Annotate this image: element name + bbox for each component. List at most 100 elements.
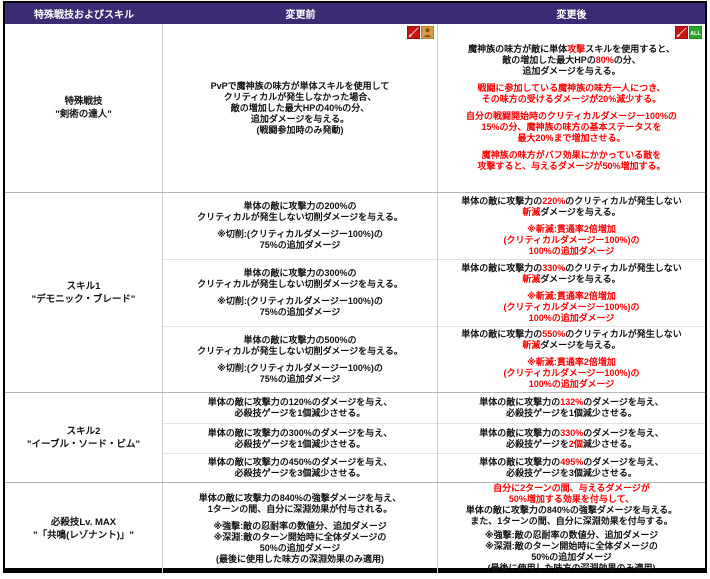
plain-text: ※切削:(クリティカルダメージー100%)の bbox=[217, 296, 383, 306]
text-line: 単体の敵に攻撃力の300%の bbox=[243, 268, 356, 279]
table-row-ultimate: 必殺技Lv. MAX"「共鳴(レゾナント)」"単体の敵に攻撃力の840%の強撃ダ… bbox=[5, 482, 705, 574]
plain-text: スキルを使用すると、 bbox=[585, 44, 675, 54]
before-cell-skill2-2: 単体の敵に攻撃力の450%のダメージを与え、必殺技ゲージを3個減少させる。 bbox=[163, 453, 437, 482]
text-line: ※斬滅:貫通率2倍増加 bbox=[527, 357, 616, 368]
text-line: 単体の敵に攻撃力の550%のクリティカルが発生しない bbox=[461, 329, 682, 340]
text-line: ※強撃:敵の忍耐率の数値分、追加ダメージ bbox=[485, 530, 658, 541]
plain-text: ダメージを与える。 bbox=[540, 274, 620, 284]
skill-title-line: "剣術の達人" bbox=[55, 108, 112, 121]
highlighted-text: 100%の追加ダメージ bbox=[529, 313, 615, 323]
plain-text: 単体の敵に攻撃力の500%の bbox=[243, 335, 356, 345]
text-line: 敵の増加した最大HPの80%の分、 bbox=[502, 55, 641, 66]
skill-title-special-art: 特殊戦技"剣術の達人" bbox=[5, 24, 163, 192]
before-cell-ultimate-0: 単体の敵に攻撃力の840%の強撃ダメージを与え、1ターンの間、自分に深淵効果が付… bbox=[163, 483, 437, 574]
plain-text: のクリティカルが発生しない bbox=[565, 196, 681, 206]
highlighted-text: 斬滅 bbox=[522, 340, 540, 350]
sword-icon bbox=[675, 26, 688, 39]
highlighted-text: ※斬滅:貫通率2倍増加 bbox=[527, 357, 616, 367]
text-line: 必殺技ゲージを1個減少させる。 bbox=[235, 439, 366, 450]
text-line: ※切削:(クリティカルダメージー100%)の bbox=[217, 296, 383, 307]
skill-title-skill2: スキル2"イーブル・ソード・ビム" bbox=[5, 393, 163, 482]
plain-text: ※強撃:敵の忍耐率の数値分、追加ダメージ bbox=[213, 521, 386, 531]
text-line: 単体の敵に攻撃力の500%の bbox=[243, 335, 356, 346]
skill-title-line: "イーブル・ソード・ビム" bbox=[27, 438, 140, 451]
highlighted-text: 50%増加する効果を付与して、 bbox=[509, 494, 634, 504]
text-line: クリティカルが発生しなかった場合、 bbox=[224, 92, 376, 103]
text-line: 単体の敵に攻撃力の200%の bbox=[243, 201, 356, 212]
plain-text: 単体の敵に攻撃力の300%のダメージを与え、 bbox=[208, 428, 393, 438]
before-cell-skill2-1: 単体の敵に攻撃力の300%のダメージを与え、必殺技ゲージを1個減少させる。 bbox=[163, 423, 437, 453]
highlighted-text: 330% bbox=[560, 428, 583, 438]
plain-text: 1ターンの間、自分に深淵効果が付与される。 bbox=[208, 504, 393, 514]
cell-icons: ALL bbox=[675, 26, 702, 39]
plain-text: 減少させる。 bbox=[583, 439, 637, 449]
plain-text: PvPで魔神族の味方が単体スキルを使用して bbox=[211, 81, 390, 91]
text-line: 単体の敵に攻撃力の330%のクリティカルが発生しない bbox=[461, 263, 682, 274]
character-icon bbox=[421, 26, 434, 39]
plain-text: の分、 bbox=[614, 55, 641, 65]
highlighted-text: 220% bbox=[542, 196, 565, 206]
table-row-skill2: スキル2"イーブル・ソード・ビム"単体の敵に攻撃力の120%のダメージを与え、必… bbox=[5, 392, 705, 482]
text-line: (最後に使用した味方の深淵効果のみ適用) bbox=[488, 563, 656, 574]
highlighted-text: 15%の分、魔神族の味方の基本ステータスを bbox=[481, 122, 661, 132]
after-column-skill1: 単体の敵に攻撃力の220%のクリティカルが発生しない斬滅ダメージを与える。※斬滅… bbox=[438, 193, 705, 392]
after-cell-ultimate-0: 自分に2ターンの間、与えるダメージが50%増加する効果を付与して、単体の敵に攻撃… bbox=[438, 483, 705, 574]
text-line: 単体の敵に攻撃力の132%のダメージを与え、 bbox=[479, 397, 664, 408]
text-line: 単体の敵に攻撃力の495%のダメージを与え、 bbox=[479, 457, 664, 468]
text-line: 追加ダメージを与える。 bbox=[251, 114, 349, 125]
plain-text: クリティカルが発生しない切削ダメージを与える。 bbox=[197, 346, 403, 356]
plain-text: クリティカルが発生しない切削ダメージを与える。 bbox=[197, 212, 403, 222]
skill-title-line: 特殊戦技 bbox=[64, 95, 102, 108]
text-line: 75%の追加ダメージ bbox=[260, 374, 341, 385]
plain-text: 単体の敵に攻撃力の200%の bbox=[243, 201, 356, 211]
text-line: 魔神族の味方が敵に単体攻撃スキルを使用すると、 bbox=[468, 44, 675, 55]
text-line: 斬滅ダメージを与える。 bbox=[522, 207, 620, 218]
plain-text: 単体の敵に攻撃力の bbox=[461, 196, 542, 206]
table-body: 特殊戦技"剣術の達人"PvPで魔神族の味方が単体スキルを使用してクリティカルが発… bbox=[5, 24, 705, 574]
plain-text: 単体の敵に攻撃力の840%の強撃ダメージを与える。 bbox=[466, 505, 677, 515]
text-line: 斬滅ダメージを与える。 bbox=[522, 340, 620, 351]
highlighted-text: 自分の戦闘開始時のクリティカルダメージー100%の bbox=[466, 111, 677, 121]
plain-text: のクリティカルが発生しない bbox=[565, 263, 681, 273]
highlighted-text: 100%の追加ダメージ bbox=[529, 379, 615, 389]
plain-text: また、1ターンの間、自分に深淵効果を付与する。 bbox=[470, 516, 673, 526]
plain-text: 敵の増加した最大HPの40%の分、 bbox=[231, 103, 370, 113]
skill-title-ultimate: 必殺技Lv. MAX"「共鳴(レゾナント)」" bbox=[5, 483, 163, 574]
plain-text: 50%の追加ダメージ bbox=[531, 552, 612, 562]
after-cell-special-art-0: 魔神族の味方が敵に単体攻撃スキルを使用すると、敵の増加した最大HPの80%の分、… bbox=[438, 24, 705, 192]
after-cell-skill2-1: 単体の敵に攻撃力の330%のダメージを与え、必殺技ゲージを2個減少させる。 bbox=[438, 423, 705, 453]
after-column-special-art: 魔神族の味方が敵に単体攻撃スキルを使用すると、敵の増加した最大HPの80%の分、… bbox=[438, 24, 705, 192]
plain-text: クリティカルが発生しなかった場合、 bbox=[224, 92, 376, 102]
plain-text: 必殺技ゲージを3個減少させる。 bbox=[506, 468, 637, 478]
text-line: ※切削:(クリティカルダメージー100%)の bbox=[217, 363, 383, 374]
after-cell-skill1-2: 単体の敵に攻撃力の550%のクリティカルが発生しない斬滅ダメージを与える。 ※斬滅… bbox=[438, 326, 705, 392]
highlighted-text: 132% bbox=[560, 397, 583, 407]
text-line: クリティカルが発生しない切削ダメージを与える。 bbox=[197, 212, 403, 223]
plain-text: 単体の敵に攻撃力の bbox=[479, 397, 560, 407]
text-line: 単体の敵に攻撃力の840%の強撃ダメージを与え、 bbox=[199, 493, 402, 504]
highlighted-text: その味方の受けるダメージが20%減少する。 bbox=[482, 94, 662, 104]
plain-text: ※深淵:敵のターン開始時に全体ダメージの bbox=[214, 532, 387, 542]
text-line: クリティカルが発生しない切削ダメージを与える。 bbox=[197, 346, 403, 357]
text-line: (クリティカルダメージー100%)の bbox=[503, 368, 639, 379]
header-before-column: 変更前 bbox=[163, 6, 438, 21]
table-header: 特殊戦技およびスキル 変更前 変更後 bbox=[5, 3, 705, 24]
plain-text: 単体の敵に攻撃力の bbox=[479, 457, 560, 467]
plain-text: 75%の追加ダメージ bbox=[260, 374, 341, 384]
text-line: 追加ダメージを与える。 bbox=[522, 66, 620, 77]
before-cell-skill1-1: 単体の敵に攻撃力の300%のクリティカルが発生しない切削ダメージを与える。 ※切削… bbox=[163, 259, 437, 326]
text-line: 必殺技ゲージを3個減少させる。 bbox=[235, 468, 366, 479]
text-line: 100%の追加ダメージ bbox=[529, 246, 615, 257]
plain-text: 単体の敵に攻撃力の450%のダメージを与え、 bbox=[208, 457, 393, 467]
before-cell-skill2-0: 単体の敵に攻撃力の120%のダメージを与え、必殺技ゲージを1個減少させる。 bbox=[163, 393, 437, 423]
text-line: 魔神族の味方がバフ効果にかかっている敵を bbox=[482, 150, 662, 161]
skill-title-line: スキル2 bbox=[67, 425, 101, 438]
text-line: クリティカルが発生しない切削ダメージを与える。 bbox=[197, 279, 403, 290]
highlighted-text: 自分に2ターンの間、与えるダメージが bbox=[493, 483, 650, 493]
skill-title-line: "デモニック・ブレード" bbox=[32, 293, 136, 306]
plain-text: 単体の敵に攻撃力の bbox=[461, 329, 542, 339]
text-line: 50%増加する効果を付与して、 bbox=[509, 494, 634, 505]
text-line: ※切削:(クリティカルダメージー100%)の bbox=[217, 229, 383, 240]
text-line: 50%の追加ダメージ bbox=[531, 552, 612, 563]
text-line: 自分に2ターンの間、与えるダメージが bbox=[493, 483, 650, 494]
